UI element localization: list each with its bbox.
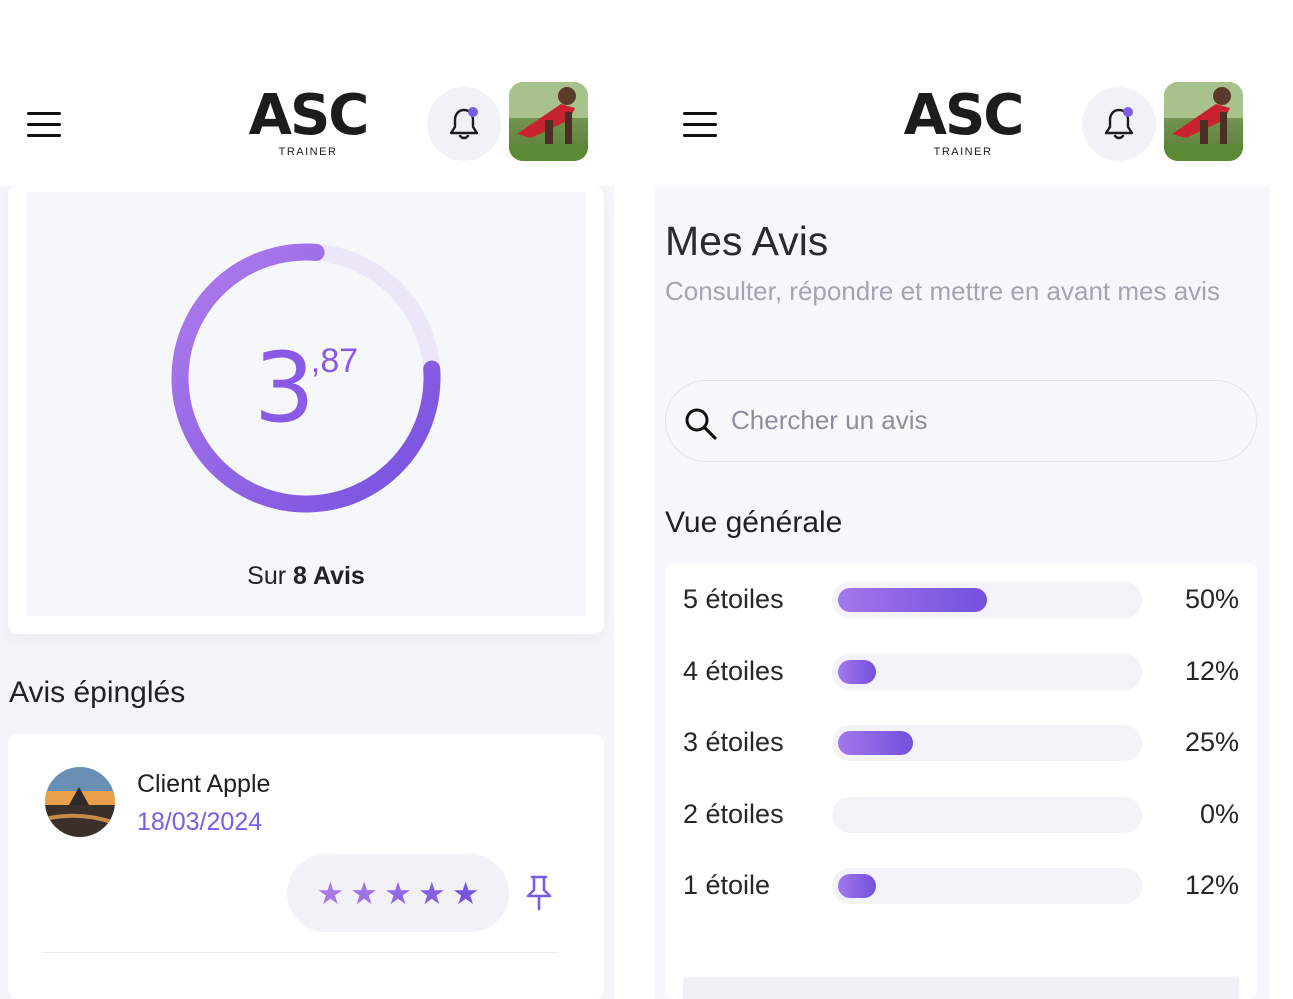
notification-button[interactable] [1082,87,1156,161]
rating-row-fill [838,588,987,612]
search-placeholder: Chercher un avis [731,405,928,435]
profile-avatar[interactable] [509,82,588,161]
notification-button[interactable] [427,87,501,161]
rating-row-label: 1 étoile [683,870,771,900]
menu-icon[interactable] [683,112,717,138]
pin-icon[interactable] [525,874,553,912]
right-screen: ASC TRAINER Mes Avis Consulter, répondre… [655,0,1270,999]
rating-card: 3,87 Sur 8 Avis [8,186,604,634]
review-date: 18/03/2024 [137,808,263,836]
review-divider [43,952,559,953]
review-count-value: 8 Avis [293,562,365,590]
rating-row: 4 étoiles 12% [665,653,1257,690]
client-avatar [45,767,115,837]
star-icon: ★ [350,875,379,911]
star-icon: ★ [316,875,345,911]
star-icon: ★ [384,875,412,911]
star-icon: ★ [417,875,446,911]
overview-title: Vue générale [665,506,843,539]
rating-row-label: 5 étoiles [683,584,784,614]
notification-dot [468,107,478,117]
client-photo [45,767,115,837]
rating-row-percent: 0% [1199,798,1239,829]
notification-dot [1123,107,1133,117]
rating-row-track [832,796,1142,833]
rating-row-track [832,582,1142,618]
rating-row-label: 4 étoiles [683,655,784,686]
rating-row-fill [838,659,876,684]
star-icon: ★ [451,875,480,911]
rating-panel: 3,87 Sur 8 Avis [26,192,586,616]
logo[interactable]: ASC TRAINER [243,83,373,159]
rating-row-track [832,653,1142,690]
rating-row-percent: 25% [1184,727,1239,757]
review-stars: ★ ★ ★ ★ ★ [287,854,509,932]
search-icon [685,408,717,440]
client-name: Client Apple [137,770,271,798]
review-count-prefix: Sur [247,562,287,590]
page-title: Mes Avis [665,218,829,264]
pinned-review-card[interactable]: Client Apple 18/03/2024 ★ ★ ★ ★ ★ [8,734,604,999]
rating-row-label: 3 étoiles [683,727,784,757]
logo-text: ASC [903,83,1025,148]
score-integer: 3 [253,332,315,444]
pinned-title: Avis épinglés [9,676,186,709]
rating-row: 2 étoiles 0% [665,796,1257,833]
right-content: Mes Avis Consulter, répondre et mettre e… [655,186,1270,999]
left-screen: ASC TRAINER 3,87 Sur 8 Avis Avis épinglé… [0,0,614,999]
rating-row-fill [838,874,876,898]
search-input[interactable]: Chercher un avis [665,380,1257,462]
card-footer [683,977,1239,999]
avatar-photo [1164,82,1243,161]
rating-distribution-card: 5 étoiles 50% 4 étoiles 12% 3 étoiles 25% 2 ét… [665,563,1257,999]
profile-avatar[interactable] [1164,82,1243,161]
score-decimal: ,87 [310,342,359,380]
rating-row: 1 étoile 12% [665,868,1257,904]
rating-row: 3 étoiles 25% [665,725,1257,761]
avatar-photo [509,82,588,161]
app-header: ASC TRAINER [0,60,614,186]
left-content: 3,87 Sur 8 Avis Avis épinglés Client App… [0,186,614,999]
rating-row-track [832,725,1142,761]
rating-row-label: 2 étoiles [683,798,784,829]
rating-row-percent: 50% [1184,584,1239,614]
rating-row-percent: 12% [1184,870,1239,900]
rating-row: 5 étoiles 50% [665,582,1257,618]
rating-row-track [832,868,1142,904]
review-count: Sur 8 Avis [26,562,586,591]
page-subtitle: Consulter, répondre et mettre en avant m… [665,276,1220,306]
logo[interactable]: ASC TRAINER [898,83,1028,159]
menu-icon[interactable] [27,112,61,138]
rating-row-fill [838,731,913,755]
logo-text: ASC [248,83,370,148]
rating-score: 3,87 [26,332,586,444]
app-header: ASC TRAINER [655,60,1270,186]
rating-row-percent: 12% [1184,655,1239,686]
